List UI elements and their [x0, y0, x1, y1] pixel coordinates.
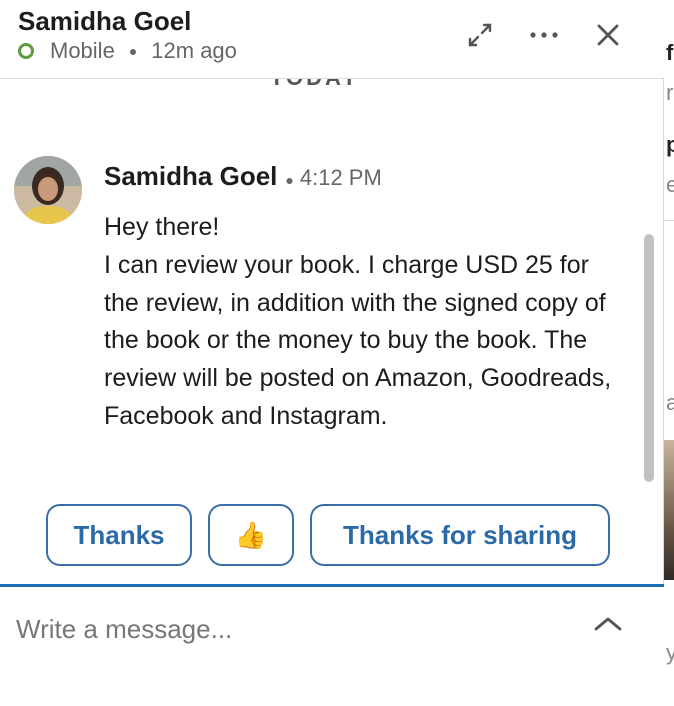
separator-dot: ● [128, 43, 138, 59]
contact-name[interactable]: Samidha Goel [18, 6, 191, 37]
background-page-edge: f r p e a y [664, 0, 674, 706]
chat-header[interactable]: Samidha Goel Mobile ● 12m ago [0, 0, 664, 79]
message-list[interactable]: TODAY Samidha Goel ● 4:12 PM Hey there! … [0, 79, 664, 487]
scrollbar-thumb[interactable] [644, 234, 654, 482]
expand-icon[interactable] [462, 20, 498, 50]
scrollbar[interactable] [641, 228, 655, 486]
separator-dot: ● [285, 172, 294, 188]
quick-replies: Thanks 👍 Thanks for sharing [0, 504, 664, 568]
message-time: 4:12 PM [299, 165, 382, 190]
quick-reply-thanks-for-sharing-button[interactable]: Thanks for sharing [310, 504, 610, 566]
chevron-up-icon[interactable] [590, 609, 626, 639]
avatar[interactable] [14, 156, 82, 224]
sender-name[interactable]: Samidha Goel [104, 161, 277, 192]
last-active-text: 12m ago [151, 38, 237, 63]
message-composer[interactable] [0, 587, 664, 706]
close-icon[interactable] [590, 20, 626, 50]
thumbs-up-icon: 👍 [234, 519, 268, 550]
message-input[interactable] [16, 611, 576, 647]
quick-reply-thanks-button[interactable]: Thanks [46, 504, 192, 566]
message-line: Hey there! [104, 213, 220, 241]
message-line: I can review your book. I charge USD 25 … [104, 250, 612, 430]
more-icon[interactable] [526, 20, 562, 50]
status-row: Mobile ● 12m ago [18, 38, 237, 64]
status-text: Mobile [50, 38, 115, 63]
chat-window: Samidha Goel Mobile ● 12m ago Samidha Go… [0, 0, 664, 706]
quick-reply-thumbs-up-button[interactable]: 👍 [208, 504, 294, 566]
day-divider-label: TODAY [270, 79, 360, 91]
background-photo [664, 440, 674, 580]
message-body: Hey there! I can review your book. I cha… [104, 209, 614, 436]
presence-icon [18, 43, 34, 59]
message-meta: Samidha Goel ● 4:12 PM [104, 161, 382, 192]
